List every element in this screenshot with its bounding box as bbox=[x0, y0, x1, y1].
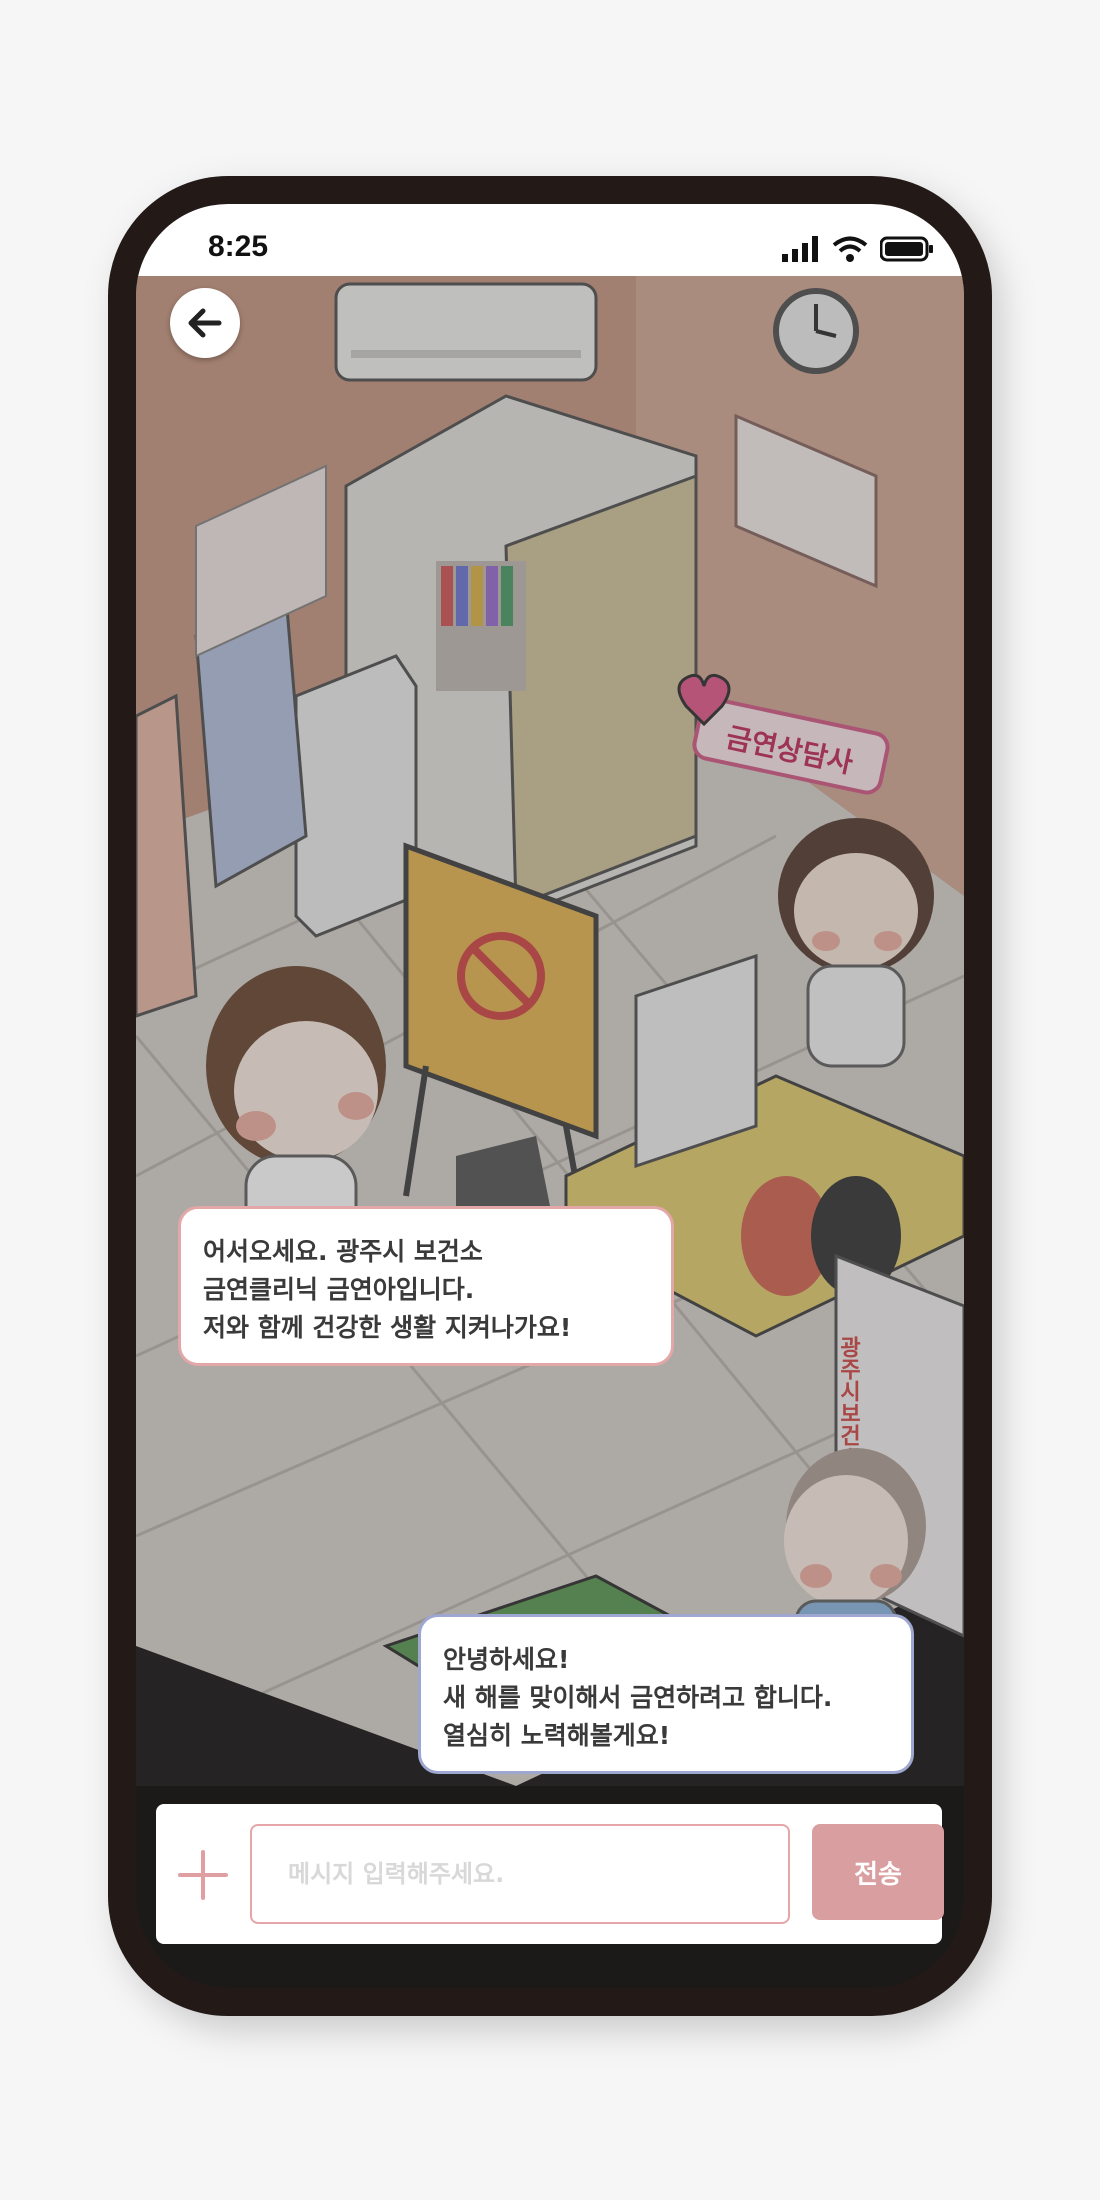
status-bar: 8:25 bbox=[136, 204, 964, 276]
message-line: 저와 함께 건강한 생활 지켜나가요! bbox=[203, 1313, 572, 1342]
arrow-left-icon bbox=[188, 308, 222, 338]
send-button[interactable]: 전송 bbox=[812, 1824, 944, 1920]
message-line: 열심히 노력해볼게요! bbox=[443, 1721, 671, 1750]
message-line: 어서오세요. 광주시 보건소 bbox=[203, 1237, 483, 1266]
message-line: 금연클리닉 금연아입니다. bbox=[203, 1275, 475, 1304]
dim-overlay bbox=[136, 276, 964, 1786]
message-line: 새 해를 맞이해서 금연하려고 합니다. bbox=[443, 1683, 833, 1712]
plus-icon[interactable] bbox=[178, 1850, 228, 1900]
app-screen: 8:25 금연상담사 광주시보건소 어서오세요. 광주시 보건소 금연클리닉 금… bbox=[136, 204, 964, 1988]
signal-icon bbox=[782, 236, 818, 262]
message-input[interactable] bbox=[250, 1824, 790, 1924]
status-time: 8:25 bbox=[208, 230, 269, 263]
user-message-bubble: 안녕하세요! 새 해를 맞이해서 금연하려고 합니다. 열심히 노력해볼게요! bbox=[418, 1614, 914, 1774]
counselor-message-bubble: 어서오세요. 광주시 보건소 금연클리닉 금연아입니다. 저와 함께 건강한 생… bbox=[178, 1206, 674, 1366]
wifi-icon bbox=[832, 236, 868, 262]
battery-icon bbox=[880, 236, 933, 262]
message-composer: 전송 bbox=[156, 1804, 944, 1944]
status-icons bbox=[782, 236, 934, 262]
message-line: 안녕하세요! bbox=[443, 1645, 570, 1674]
clinic-scene: 금연상담사 광주시보건소 금연클리닉 bbox=[136, 276, 964, 1786]
back-button[interactable] bbox=[170, 288, 240, 358]
